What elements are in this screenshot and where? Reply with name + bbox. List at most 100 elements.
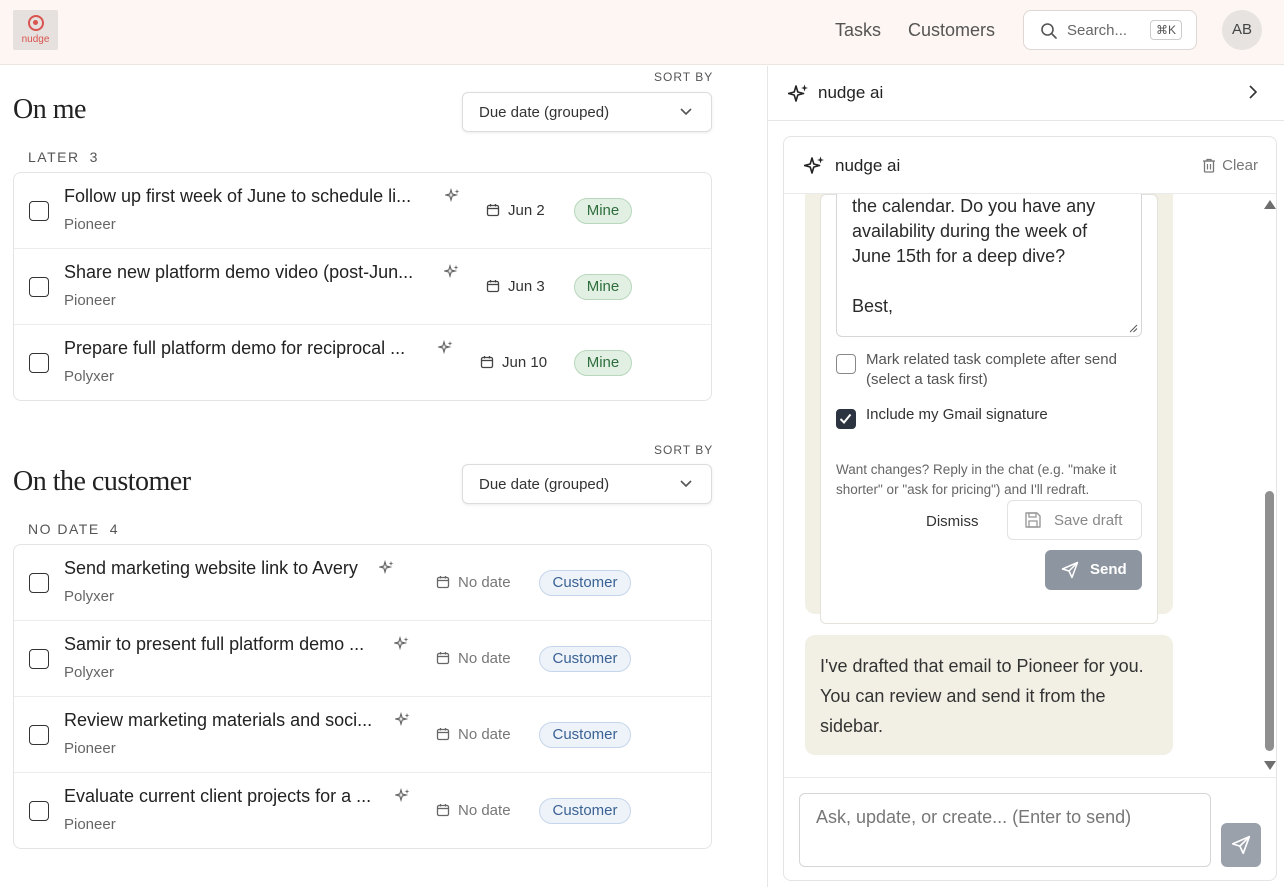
task-account: Polyxer	[64, 588, 115, 605]
draft-line: availability during the week of	[852, 221, 1088, 241]
on-customer-sort-select[interactable]: Due date (grouped)	[462, 464, 712, 504]
task-title[interactable]: Send marketing website link to Avery	[64, 558, 358, 579]
task-row[interactable]: Follow up first week of June to schedule…	[14, 173, 711, 249]
task-title[interactable]: Prepare full platform demo for reciproca…	[64, 338, 405, 359]
group-name: NO DATE	[28, 521, 100, 537]
sparkle-icon[interactable]	[444, 264, 460, 280]
task-checkbox[interactable]	[29, 649, 49, 669]
on-customer-sort-value: Due date (grouped)	[479, 476, 610, 493]
task-due: Jun 2	[486, 202, 545, 219]
scroll-down-arrow-icon[interactable]	[1264, 761, 1276, 770]
task-row[interactable]: Samir to present full platform demo ... …	[14, 621, 711, 697]
calendar-icon	[436, 576, 450, 589]
scrollbar-thumb[interactable]	[1265, 491, 1274, 751]
task-checkbox[interactable]	[29, 277, 49, 297]
gmail-signature-label: Include my Gmail signature	[866, 406, 1048, 423]
scroll-up-arrow-icon[interactable]	[1264, 200, 1276, 209]
sparkle-icon	[788, 84, 808, 102]
task-title[interactable]: Samir to present full platform demo ...	[64, 634, 364, 655]
send-icon	[1061, 561, 1079, 579]
task-row[interactable]: Review marketing materials and soci... P…	[14, 697, 711, 773]
on-me-sort-select[interactable]: Due date (grouped)	[462, 92, 712, 132]
task-row[interactable]: Evaluate current client projects for a .…	[14, 773, 711, 849]
draft-line: June 15th for a deep dive?	[852, 246, 1066, 266]
nav-tasks[interactable]: Tasks	[835, 20, 881, 41]
on-me-sort-label: SORT BY	[654, 70, 714, 84]
sparkle-icon[interactable]	[395, 712, 411, 728]
sparkle-icon[interactable]	[379, 560, 395, 576]
task-account: Pioneer	[64, 292, 116, 309]
save-draft-button[interactable]: Save draft	[1007, 500, 1142, 540]
search-placeholder: Search...	[1067, 22, 1128, 39]
task-row[interactable]: Prepare full platform demo for reciproca…	[14, 325, 711, 401]
send-icon	[1231, 835, 1251, 855]
calendar-icon	[486, 204, 500, 217]
sparkle-icon[interactable]	[394, 636, 410, 652]
on-me-sort-value: Due date (grouped)	[479, 104, 610, 121]
assistant-message-bubble: I've drafted that email to Pioneer for y…	[805, 635, 1173, 755]
on-customer-task-card: Send marketing website link to Avery Pol…	[13, 544, 712, 849]
sparkle-icon[interactable]	[395, 788, 411, 804]
task-checkbox[interactable]	[29, 201, 49, 221]
task-due: No date	[436, 650, 511, 667]
draft-line: the calendar. Do you have any	[852, 196, 1096, 216]
send-email-button[interactable]: Send	[1045, 550, 1142, 590]
resize-handle-icon[interactable]	[1129, 324, 1138, 333]
owner-badge: Mine	[574, 350, 632, 376]
task-checkbox[interactable]	[29, 725, 49, 745]
sparkle-icon[interactable]	[438, 340, 454, 356]
sparkle-icon[interactable]	[445, 188, 461, 204]
on-customer-sort-label: SORT BY	[654, 443, 714, 457]
on-me-task-card: Follow up first week of June to schedule…	[13, 172, 712, 401]
task-account: Pioneer	[64, 216, 116, 233]
task-row[interactable]: Send marketing website link to Avery Pol…	[14, 545, 711, 621]
task-title[interactable]: Follow up first week of June to schedule…	[64, 186, 411, 207]
email-draft-textarea[interactable]: the calendar. Do you have any availabili…	[836, 194, 1142, 337]
mark-complete-label: Mark related task complete after send (s…	[866, 351, 1117, 388]
task-row[interactable]: Share new platform demo video (post-Jun.…	[14, 249, 711, 325]
user-avatar[interactable]: AB	[1222, 10, 1262, 50]
redraft-hint: Want changes? Reply in the chat (e.g. "m…	[836, 462, 1117, 497]
owner-badge: Customer	[539, 798, 631, 824]
ai-sidebar-header: nudge ai	[768, 66, 1284, 121]
dismiss-button[interactable]: Dismiss	[926, 513, 979, 530]
trash-icon	[1203, 158, 1216, 173]
task-title[interactable]: Evaluate current client projects for a .…	[64, 786, 371, 807]
logo-text: nudge	[21, 34, 50, 45]
calendar-icon	[436, 804, 450, 817]
on-me-title: On me	[13, 94, 86, 125]
gmail-signature-checkbox[interactable]	[836, 409, 856, 429]
task-due-text: Jun 2	[508, 202, 545, 219]
clear-button[interactable]: Clear	[1203, 157, 1258, 174]
chat-composer: Ask, update, or create... (Enter to send…	[784, 777, 1276, 880]
task-title[interactable]: Share new platform demo video (post-Jun.…	[64, 262, 413, 283]
ai-sidebar: nudge ai nudge ai Clear the calendar. Do…	[767, 66, 1284, 887]
task-account: Polyxer	[64, 664, 115, 681]
task-due: No date	[436, 574, 511, 591]
task-due: Jun 3	[486, 278, 545, 295]
chevron-right-icon[interactable]	[1247, 84, 1259, 100]
email-draft-card: the calendar. Do you have any availabili…	[820, 194, 1158, 624]
send-email-label: Send	[1090, 561, 1127, 578]
chat-scrollbar[interactable]	[1260, 194, 1276, 776]
chat-input[interactable]: Ask, update, or create... (Enter to send…	[799, 793, 1211, 867]
task-checkbox[interactable]	[29, 573, 49, 593]
chat-scroll-area[interactable]: the calendar. Do you have any availabili…	[784, 194, 1276, 776]
mark-complete-checkbox[interactable]	[836, 354, 856, 374]
search-shortcut: ⌘K	[1149, 20, 1182, 40]
task-account: Pioneer	[64, 740, 116, 757]
task-checkbox[interactable]	[29, 353, 49, 373]
search-box[interactable]: Search... ⌘K	[1023, 10, 1197, 50]
nav-customers[interactable]: Customers	[908, 20, 995, 41]
task-checkbox[interactable]	[29, 801, 49, 821]
top-header: nudge Tasks Customers Search... ⌘K AB	[0, 0, 1284, 65]
nudge-logo[interactable]: nudge	[13, 10, 58, 50]
calendar-icon	[436, 652, 450, 665]
search-icon	[1041, 23, 1057, 39]
task-due-text: No date	[458, 574, 511, 591]
chat-send-button[interactable]	[1221, 823, 1261, 867]
calendar-icon	[436, 728, 450, 741]
ai-chat-title: nudge ai	[835, 156, 901, 175]
task-title[interactable]: Review marketing materials and soci...	[64, 710, 372, 731]
ai-chat-panel: nudge ai Clear the calendar. Do you have…	[783, 136, 1277, 881]
